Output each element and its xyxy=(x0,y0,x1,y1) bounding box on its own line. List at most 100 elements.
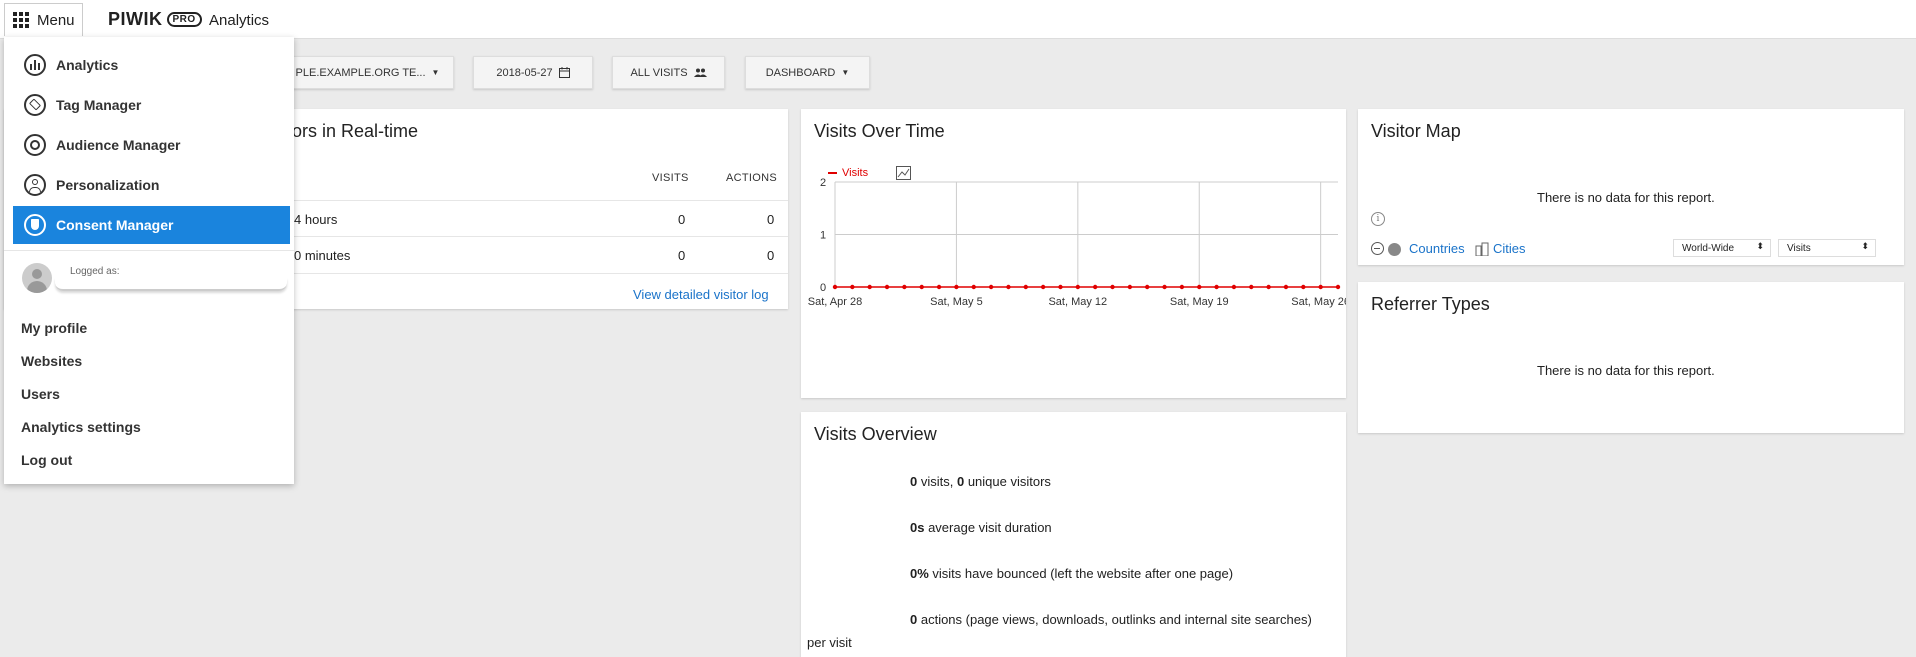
legend-swatch xyxy=(828,172,837,174)
menu-button[interactable]: Menu xyxy=(4,3,83,36)
segment-selector[interactable]: ALL VISITS xyxy=(612,56,725,89)
visits-overview-title: Visits Overview xyxy=(814,424,937,444)
visits-over-time-title: Visits Over Time xyxy=(814,121,945,141)
data-point xyxy=(1179,284,1185,290)
overview-actions-row-cont: per visit xyxy=(807,635,852,650)
visits-over-time-card: Visits Over Time Visits 0 1 2 Sat, Apr 28 Sa… xyxy=(801,109,1346,398)
overview-duration-row: 0s average visit duration xyxy=(910,520,1052,535)
analytics-settings-link[interactable]: Analytics settings xyxy=(21,419,141,435)
row-actions: 0 xyxy=(767,212,775,227)
data-point xyxy=(1023,284,1028,290)
data-point xyxy=(1301,284,1306,290)
data-point xyxy=(850,284,855,290)
avatar xyxy=(22,263,52,293)
logged-as-underline xyxy=(55,278,287,291)
menu-item-personalization[interactable]: Personalization xyxy=(13,166,290,204)
cities-link[interactable]: Cities xyxy=(1493,241,1526,256)
log-out-link[interactable]: Log out xyxy=(21,452,72,468)
x-tick-label: Sat, May 5 xyxy=(930,296,983,308)
data-point xyxy=(1145,284,1150,290)
menu-item-tag-manager[interactable]: Tag Manager xyxy=(13,86,290,124)
menu-item-analytics[interactable]: Analytics xyxy=(13,46,290,84)
data-point xyxy=(902,284,907,290)
users-icon xyxy=(693,68,707,77)
col-actions-header: ACTIONS xyxy=(726,172,777,184)
tag-icon xyxy=(24,94,46,116)
caret-down-icon: ▼ xyxy=(841,68,850,77)
select-arrows-icon: ⬍ xyxy=(1861,241,1869,251)
piwik-pro-logo[interactable]: PIWIK PRO xyxy=(108,9,202,30)
col-visits-header: VISITS xyxy=(652,172,689,184)
data-point xyxy=(1318,284,1323,290)
countries-link[interactable]: Countries xyxy=(1409,241,1465,256)
x-tick-label: Sat, May 26 xyxy=(1291,296,1346,308)
data-point xyxy=(1266,284,1271,290)
x-tick-label: Sat, May 19 xyxy=(1170,296,1229,308)
menu-item-audience-manager[interactable]: Audience Manager xyxy=(13,126,290,164)
metric-select[interactable]: Visits ⬍ xyxy=(1778,239,1876,257)
region-select[interactable]: World-Wide ⬍ xyxy=(1673,239,1771,257)
data-point xyxy=(936,284,942,290)
row-actions: 0 xyxy=(767,248,775,263)
data-point xyxy=(1162,284,1167,290)
no-data-message: There is no data for this report. xyxy=(1537,363,1715,378)
y-tick-label: 0 xyxy=(820,282,826,294)
data-point xyxy=(1127,284,1133,290)
top-bar: Menu PIWIK PRO Analytics xyxy=(0,0,1916,39)
menu-item-consent-manager[interactable]: Consent Manager xyxy=(13,206,290,244)
select-arrows-icon: ⬍ xyxy=(1756,241,1764,251)
data-point xyxy=(919,284,924,290)
data-point xyxy=(884,284,890,290)
overview-visits-row: 0 visits, 0 unique visitors xyxy=(910,474,1051,489)
date-selector[interactable]: 2018-05-27 xyxy=(473,56,593,89)
main-menu-dropdown: Analytics Tag Manager Audience Manager P… xyxy=(4,37,294,484)
y-tick-label: 2 xyxy=(820,177,826,189)
row-visits: 0 xyxy=(678,212,686,227)
row-visits: 0 xyxy=(678,248,686,263)
data-point xyxy=(1006,284,1011,290)
zoom-out-icon[interactable] xyxy=(1371,242,1384,255)
chart-circle-icon xyxy=(24,54,46,76)
no-data-message: There is no data for this report. xyxy=(1537,190,1715,205)
data-point xyxy=(1231,284,1237,290)
target-icon xyxy=(24,134,46,156)
x-tick-label: Sat, Apr 28 xyxy=(808,296,862,308)
visitor-map-title: Visitor Map xyxy=(1371,121,1461,141)
grid-icon xyxy=(13,12,29,28)
data-point xyxy=(988,284,994,290)
my-profile-link[interactable]: My profile xyxy=(21,320,87,336)
data-point xyxy=(954,284,959,290)
data-point xyxy=(867,284,872,290)
realtime-title: ors in Real-time xyxy=(292,121,419,141)
menu-item-label: Audience Manager xyxy=(56,137,181,153)
data-point xyxy=(1335,284,1341,290)
data-point xyxy=(971,284,976,290)
row-label: 4 hours xyxy=(294,212,338,227)
data-point xyxy=(1249,284,1254,290)
row-label: 0 minutes xyxy=(294,248,351,263)
app-name: Analytics xyxy=(209,12,270,29)
data-point xyxy=(1092,284,1098,290)
overview-actions-row: 0 actions (page views, downloads, outlin… xyxy=(910,612,1312,627)
menu-item-label: Personalization xyxy=(56,177,160,193)
buildings-icon xyxy=(1475,242,1489,256)
menu-divider xyxy=(4,250,294,251)
dashboard-selector[interactable]: DASHBOARD ▼ xyxy=(745,56,870,89)
caret-down-icon: ▼ xyxy=(431,68,440,77)
users-link[interactable]: Users xyxy=(21,386,60,402)
data-point xyxy=(1197,284,1202,290)
menu-item-label: Analytics xyxy=(56,57,119,73)
overview-bounce-row: 0% visits have bounced (left the website… xyxy=(910,566,1234,581)
data-point xyxy=(1058,284,1063,290)
y-tick-label: 1 xyxy=(820,230,826,242)
data-point xyxy=(1075,284,1081,290)
visitor-map-card: Visitor Map There is no data for this re… xyxy=(1358,109,1904,265)
site-selector[interactable]: PLE.EXAMPLE.ORG TE... ▼ xyxy=(281,56,454,89)
websites-link[interactable]: Websites xyxy=(21,353,82,369)
data-point xyxy=(832,284,838,290)
info-icon[interactable]: i xyxy=(1371,212,1385,226)
view-visitor-log-link[interactable]: View detailed visitor log xyxy=(633,287,769,302)
data-point xyxy=(1040,284,1046,290)
referrer-types-card: Referrer Types There is no data for this… xyxy=(1358,282,1904,433)
logged-as-label: Logged as: xyxy=(70,266,120,277)
